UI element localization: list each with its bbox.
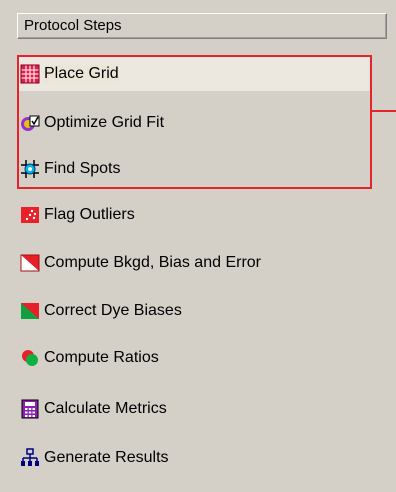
step-optimize-grid-fit[interactable]: Optimize Grid Fit [20,106,164,140]
protocol-steps-header[interactable]: Protocol Steps [17,13,387,39]
step-label: Calculate Metrics [44,400,167,417]
place-grid-icon [20,64,40,84]
step-flag-outliers[interactable]: Flag Outliers [20,198,135,232]
step-find-spots[interactable]: Find Spots [20,152,120,186]
correct-dye-biases-icon [21,303,39,319]
step-place-grid[interactable]: Place Grid [20,57,119,91]
calculate-metrics-icon [21,399,39,419]
step-label: Generate Results [44,449,169,466]
step-generate-results[interactable]: Generate Results [20,441,169,475]
step-correct-dye-biases[interactable]: Correct Dye Biases [20,294,182,328]
step-label: Find Spots [44,160,121,177]
step-label: Compute Bkgd, Bias and Error [44,254,261,271]
flag-outliers-icon [21,207,39,223]
highlight-connector-line [372,110,396,112]
step-calculate-metrics[interactable]: Calculate Metrics [20,392,167,426]
optimize-grid-fit-icon [21,115,40,131]
step-label: Correct Dye Biases [44,302,182,319]
step-compute-ratios[interactable]: Compute Ratios [20,341,159,375]
protocol-steps-panel: Protocol Steps Place Grid Optimize Grid … [0,0,396,492]
compute-ratios-icon [22,350,38,366]
step-label: Flag Outliers [44,206,135,223]
step-compute-bkgd[interactable]: Compute Bkgd, Bias and Error [20,246,261,280]
step-label: Compute Ratios [44,349,159,366]
find-spots-icon [21,160,39,178]
compute-bkgd-icon [20,254,40,272]
step-label: Optimize Grid Fit [44,114,165,131]
step-label: Place Grid [44,65,119,83]
generate-results-icon [21,448,39,466]
